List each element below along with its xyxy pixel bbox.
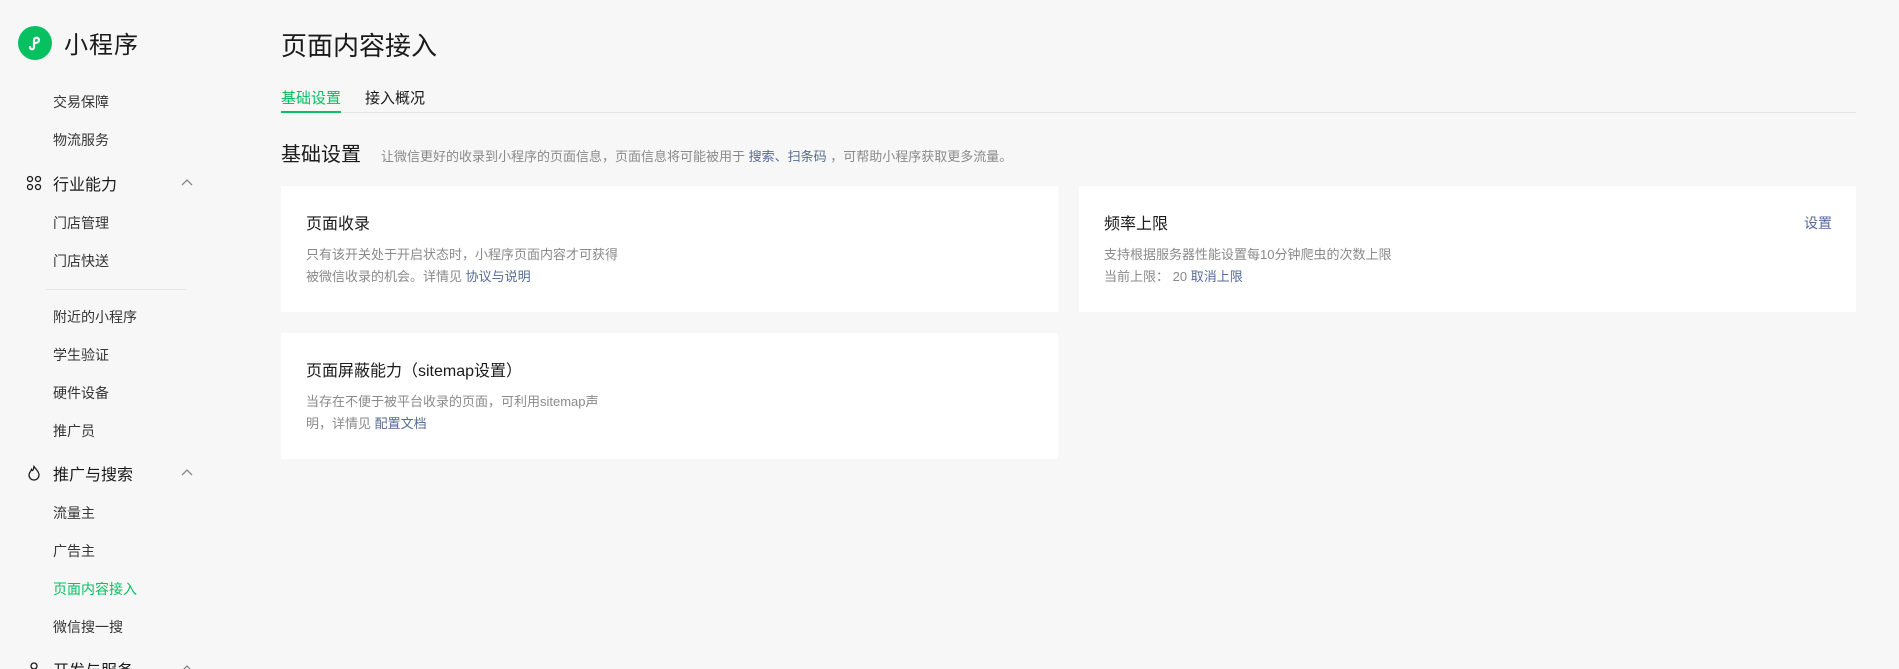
section-title: 基础设置 (281, 144, 361, 166)
sidebar-group-label: 行业能力 (53, 177, 118, 194)
agreement-link[interactable]: 协议与说明 (466, 269, 531, 284)
card-desc-text: 明，详情见 (306, 416, 372, 431)
sidebar-item-store-management[interactable]: 门店管理 (53, 213, 109, 233)
sidebar-item-wechat-search[interactable]: 微信搜一搜 (53, 617, 123, 637)
current-limit-label: 当前上限： (1104, 269, 1170, 284)
config-doc-link[interactable]: 配置文档 (375, 416, 427, 431)
sidebar-group-label: 开发与服务 (53, 657, 133, 669)
section-desc-text-end: ，可帮助小程序获取更多流量。 (830, 149, 1013, 164)
tab-access-overview[interactable]: 接入概况 (365, 87, 425, 113)
current-limit-value: 20 (1172, 269, 1188, 284)
sidebar-group-promotion-search[interactable]: 推广与搜索 (25, 461, 195, 485)
card-description: 当存在不便于被平台收录的页面，可利用sitemap声 明，详情见 配置文档 (306, 391, 599, 435)
card-desc-text: 被微信收录的机会。详情见 (306, 269, 463, 284)
card-desc-line-2: 被微信收录的机会。详情见 协议与说明 (306, 266, 618, 288)
section-desc-text: 让微信更好的收录到小程序的页面信息，页面信息将可能被用于 (381, 149, 746, 164)
search-scan-link[interactable]: 搜索、扫条码 (749, 149, 827, 164)
card-desc-line-2: 明，详情见 配置文档 (306, 413, 599, 435)
chevron-up-icon[interactable] (179, 175, 195, 191)
card-desc-line: 当存在不便于被平台收录的页面，可利用sitemap声 (306, 394, 599, 409)
section-header: 基础设置 让微信更好的收录到小程序的页面信息，页面信息将可能被用于 搜索、扫条码… (281, 138, 1012, 167)
sidebar-group-label: 推广与搜索 (53, 467, 134, 484)
sidebar-item-nearby-mini-programs[interactable]: 附近的小程序 (53, 307, 137, 327)
tab-bar: 基础设置 接入概况 (281, 84, 1856, 113)
page-title: 页面内容接入 (281, 31, 438, 61)
card-rate-limit: 频率上限 设置 支持根据服务器性能设置每10分钟爬虫的次数上限 当前上限： 20… (1079, 186, 1856, 312)
section-description: 让微信更好的收录到小程序的页面信息，页面信息将可能被用于 搜索、扫条码 ，可帮助… (381, 146, 1012, 165)
user-icon (25, 660, 43, 669)
sidebar-group-dev-services[interactable]: 开发与服务 (25, 657, 195, 669)
card-sitemap: 页面屏蔽能力（sitemap设置） 当存在不便于被平台收录的页面，可利用site… (281, 333, 1058, 459)
sidebar-item-logistics[interactable]: 物流服务 (53, 130, 109, 150)
card-desc-line: 只有该开关处于开启状态时，小程序页面内容才可获得 (306, 247, 619, 262)
cancel-limit-link[interactable]: 取消上限 (1191, 269, 1243, 284)
sidebar-item-traffic-owner[interactable]: 流量主 (53, 503, 95, 523)
card-title: 页面屏蔽能力（sitemap设置） (306, 363, 523, 380)
industry-icon (25, 174, 43, 192)
set-rate-limit-button[interactable]: 设置 (1804, 213, 1832, 233)
app-root: 小程序 交易保障 物流服务 行业能力 门店管理 门店快送 附近的小程序 学生验证… (0, 0, 1899, 669)
sidebar-item-promoters[interactable]: 推广员 (53, 421, 95, 441)
card-desc-line: 支持根据服务器性能设置每10分钟爬虫的次数上限 (1104, 247, 1392, 262)
sidebar-divider (46, 289, 186, 290)
card-page-indexing: 页面收录 只有该开关处于开启状态时，小程序页面内容才可获得 被微信收录的机会。详… (281, 186, 1058, 312)
sidebar-item-page-content-access[interactable]: 页面内容接入 (53, 579, 137, 599)
chevron-up-icon[interactable] (179, 661, 195, 669)
main-content: 页面内容接入 基础设置 接入概况 基础设置 让微信更好的收录到小程序的页面信息，… (281, 0, 1856, 669)
flame-icon (25, 464, 43, 482)
sidebar-item-store-delivery[interactable]: 门店快送 (53, 251, 109, 271)
current-limit-row: 当前上限： 20 取消上限 (1104, 266, 1391, 288)
sidebar-item-advertiser[interactable]: 广告主 (53, 541, 95, 561)
sidebar-item-transaction-guarantee[interactable]: 交易保障 (53, 92, 109, 112)
sidebar-item-hardware-devices[interactable]: 硬件设备 (53, 383, 109, 403)
card-description: 只有该开关处于开启状态时，小程序页面内容才可获得 被微信收录的机会。详情见 协议… (306, 244, 618, 288)
sidebar-item-student-verification[interactable]: 学生验证 (53, 345, 109, 365)
chevron-up-icon[interactable] (179, 465, 195, 481)
sidebar-group-industry[interactable]: 行业能力 (25, 171, 195, 195)
card-description: 支持根据服务器性能设置每10分钟爬虫的次数上限 当前上限： 20 取消上限 (1104, 244, 1391, 288)
card-title: 频率上限 (1104, 216, 1169, 233)
sidebar: 小程序 交易保障 物流服务 行业能力 门店管理 门店快送 附近的小程序 学生验证… (0, 0, 210, 669)
card-title: 页面收录 (306, 216, 371, 233)
tab-basic-settings[interactable]: 基础设置 (281, 87, 342, 113)
app-name: 小程序 (64, 32, 139, 59)
brand[interactable]: 小程序 (18, 25, 139, 60)
mini-program-logo-icon (18, 25, 52, 60)
